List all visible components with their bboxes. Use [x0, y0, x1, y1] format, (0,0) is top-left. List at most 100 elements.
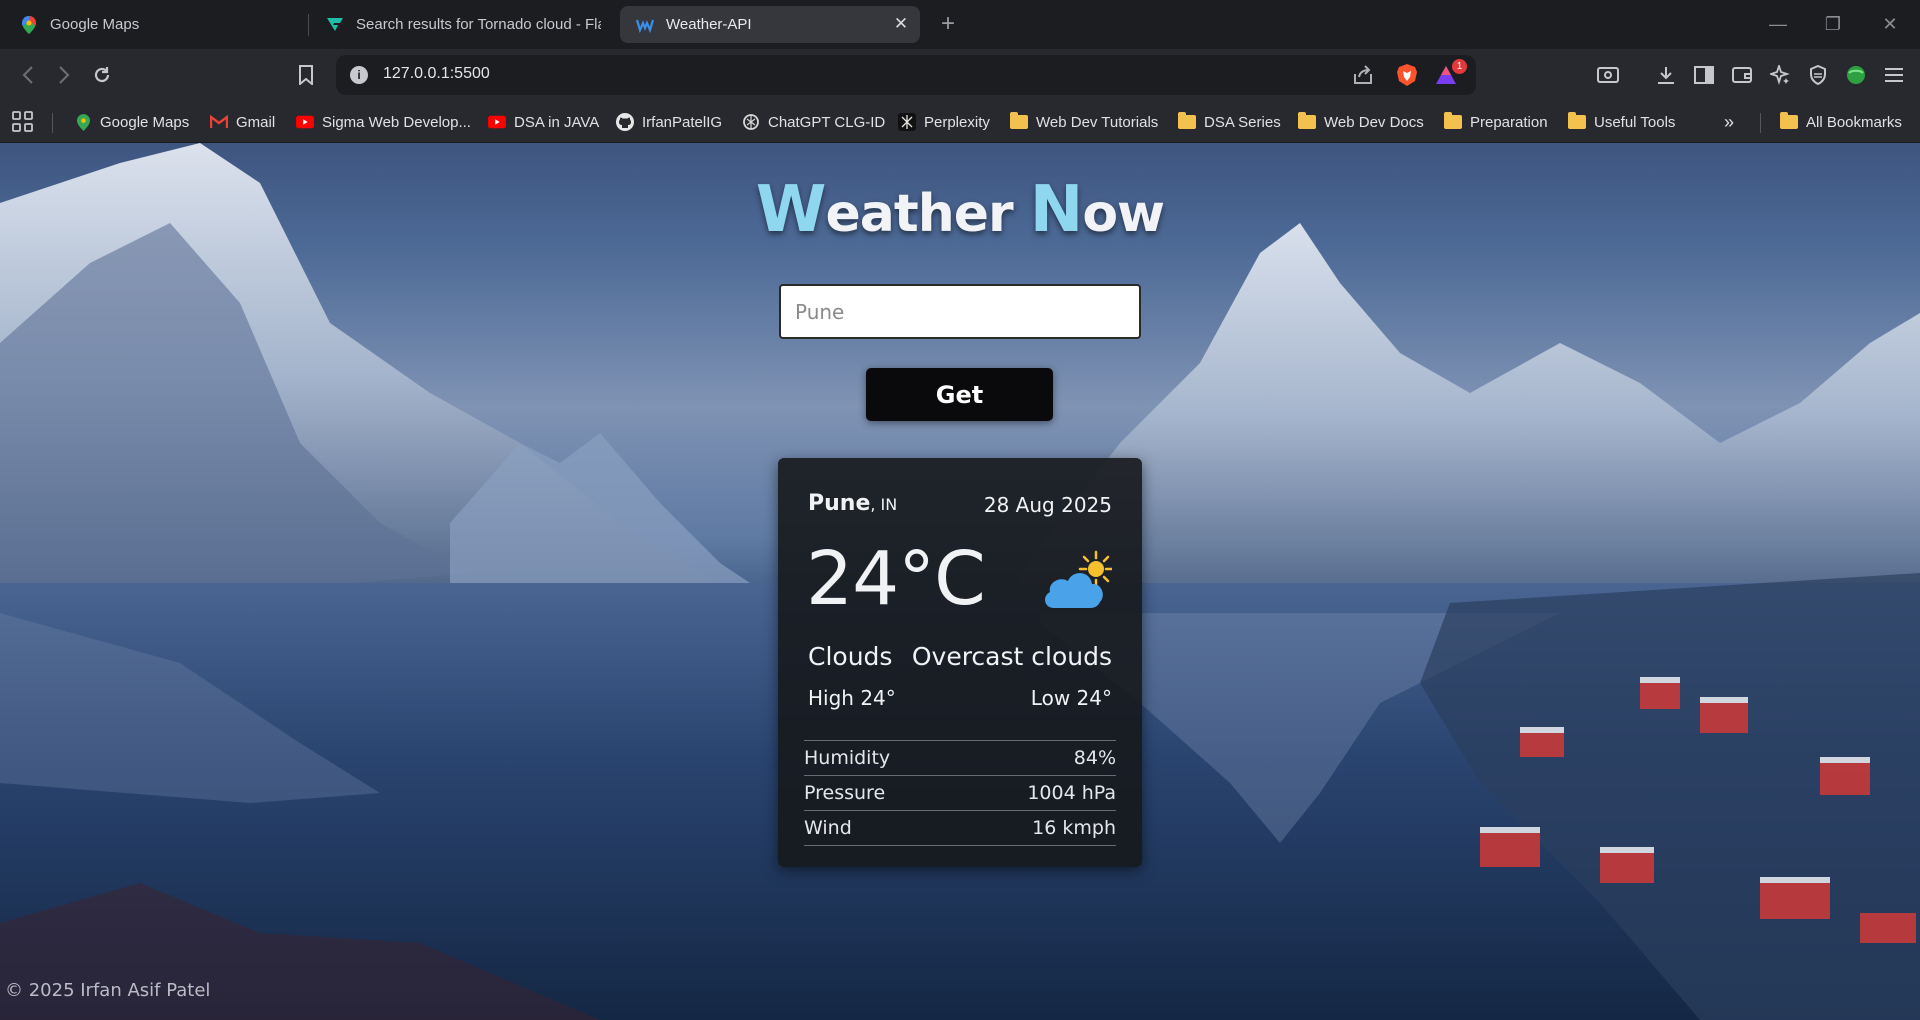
reload-icon[interactable]	[88, 61, 116, 89]
tab-flaticon[interactable]: Search results for Tornado cloud - Fla	[326, 6, 602, 43]
title-initial-w: W	[755, 173, 827, 247]
detail-row-humidity: Humidity 84%	[804, 741, 1116, 776]
folder-icon	[1780, 112, 1798, 131]
chatgpt-icon	[742, 113, 760, 131]
youtube-icon	[488, 113, 506, 131]
github-icon	[616, 113, 634, 131]
browser-toolbar: i 127.0.0.1:5500 1	[0, 49, 1920, 101]
bookmark-dsa-java[interactable]: DSA in JAVA	[488, 109, 599, 135]
bookmark-folder-dsa-series[interactable]: DSA Series	[1178, 109, 1281, 135]
folder-icon	[1010, 112, 1028, 131]
youtube-icon	[296, 113, 314, 131]
detail-value: 16 kmph	[1032, 817, 1116, 839]
wallet-icon[interactable]	[1728, 61, 1756, 89]
bookmark-icon[interactable]	[292, 61, 320, 89]
detail-value: 1004 hPa	[1027, 782, 1116, 804]
bookmark-label: All Bookmarks	[1806, 113, 1902, 131]
page-footer: © 2025 Irfan Asif Patel	[5, 980, 211, 1001]
forward-icon[interactable]	[50, 61, 78, 89]
detail-row-pressure: Pressure 1004 hPa	[804, 776, 1116, 811]
menu-icon[interactable]	[1880, 61, 1908, 89]
bookmark-google-maps[interactable]: Google Maps	[74, 109, 189, 135]
bookmark-folder-useful-tools[interactable]: Useful Tools	[1568, 109, 1675, 135]
bookmark-label: Google Maps	[100, 113, 190, 131]
apps-grid-icon[interactable]	[12, 109, 34, 135]
profile-avatar-icon[interactable]	[1842, 61, 1870, 89]
bookmark-label: Sigma Web Develop...	[322, 113, 471, 131]
bookmark-label: Gmail	[236, 113, 276, 131]
weather-api-icon	[636, 16, 654, 34]
bookmark-label: Web Dev Docs	[1324, 113, 1424, 131]
brave-shields-icon[interactable]	[1396, 63, 1418, 87]
reader-mode-icon[interactable]	[1594, 61, 1622, 89]
new-tab-button[interactable]: +	[936, 10, 960, 38]
partly-cloudy-icon	[1045, 550, 1112, 608]
tab-separator	[308, 14, 309, 36]
address-bar[interactable]: i 127.0.0.1:5500 1	[336, 55, 1476, 95]
weather-main: Clouds	[808, 642, 893, 671]
weather-date: 28 Aug 2025	[983, 493, 1112, 517]
page-title: Weather Now	[0, 173, 1920, 247]
folder-icon	[1444, 112, 1462, 131]
bookmark-perplexity[interactable]: Perplexity	[898, 109, 990, 135]
all-bookmarks-folder[interactable]: All Bookmarks	[1780, 109, 1902, 135]
bookmarks-divider	[52, 113, 53, 133]
bookmark-gmail[interactable]: Gmail	[210, 109, 275, 135]
bookmark-folder-web-dev-docs[interactable]: Web Dev Docs	[1298, 109, 1424, 135]
bookmark-github[interactable]: IrfanPatelIG	[616, 109, 722, 135]
tab-title: Weather-API	[666, 16, 752, 33]
perplexity-icon	[898, 113, 916, 131]
get-weather-button[interactable]: Get	[866, 368, 1053, 421]
vpn-shield-icon[interactable]	[1804, 61, 1832, 89]
bookmark-label: DSA Series	[1204, 113, 1281, 131]
tab-google-maps[interactable]: Google Maps	[20, 6, 300, 43]
detail-label: Humidity	[804, 747, 891, 769]
folder-icon	[1178, 112, 1196, 131]
download-icon[interactable]	[1652, 61, 1680, 89]
bookmark-label: Preparation	[1470, 113, 1548, 131]
temperature: 24°C	[806, 536, 986, 622]
bookmarks-bar: Google Maps Gmail Sigma Web Develop... D…	[0, 101, 1920, 143]
tab-weather-api[interactable]: Weather-API ✕	[620, 6, 920, 43]
more-bookmarks-icon[interactable]: »	[1724, 109, 1734, 135]
folder-icon	[1568, 112, 1586, 131]
folder-icon	[1298, 112, 1316, 131]
bookmark-label: IrfanPatelIG	[642, 113, 723, 131]
address-url[interactable]: 127.0.0.1:5500	[383, 65, 490, 83]
title-initial-n: N	[1029, 173, 1084, 247]
bookmark-folder-preparation[interactable]: Preparation	[1444, 109, 1548, 135]
gmail-icon	[210, 113, 228, 131]
weather-description: Overcast clouds	[911, 642, 1112, 671]
bookmark-folder-web-dev-tutorials[interactable]: Web Dev Tutorials	[1010, 109, 1158, 135]
tab-title: Google Maps	[50, 16, 140, 33]
weather-card: Pune, IN 28 Aug 2025 24°C Clouds Overcas…	[778, 458, 1142, 867]
city-name: Pune	[808, 491, 871, 516]
country-code: , IN	[870, 495, 898, 514]
location: Pune, IN	[808, 491, 897, 516]
flaticon-icon	[326, 16, 344, 34]
google-maps-icon	[20, 15, 38, 34]
bookmark-chatgpt[interactable]: ChatGPT CLG-ID	[742, 109, 885, 135]
restore-icon[interactable]: ❐	[1813, 10, 1853, 38]
bookmark-label: Web Dev Tutorials	[1036, 113, 1159, 131]
detail-value: 84%	[1073, 747, 1116, 769]
bookmark-label: Perplexity	[924, 113, 990, 131]
tab-bar: Google Maps Search results for Tornado c…	[0, 0, 1920, 49]
rewards-badge: 1	[1452, 59, 1467, 74]
site-info-icon[interactable]: i	[350, 66, 368, 84]
weather-details: Humidity 84% Pressure 1004 hPa Wind 16 k…	[804, 740, 1116, 846]
minimize-icon[interactable]: —	[1758, 10, 1798, 38]
bookmark-sigma-web[interactable]: Sigma Web Develop...	[296, 109, 471, 135]
city-search-input[interactable]	[779, 284, 1141, 339]
back-icon[interactable]	[14, 61, 42, 89]
share-icon[interactable]	[1352, 64, 1374, 86]
detail-row-wind: Wind 16 kmph	[804, 811, 1116, 846]
close-window-icon[interactable]: ✕	[1870, 10, 1910, 38]
weather-page: Weather Now Get Pune, IN 28 Aug 2025 24°…	[0, 143, 1920, 1020]
sidebar-icon[interactable]	[1690, 61, 1718, 89]
leo-ai-icon[interactable]	[1766, 61, 1794, 89]
detail-label: Pressure	[804, 782, 886, 804]
bookmark-label: Useful Tools	[1594, 113, 1676, 131]
tab-title: Search results for Tornado cloud - Fla	[356, 16, 601, 33]
close-tab-icon[interactable]: ✕	[892, 15, 910, 33]
